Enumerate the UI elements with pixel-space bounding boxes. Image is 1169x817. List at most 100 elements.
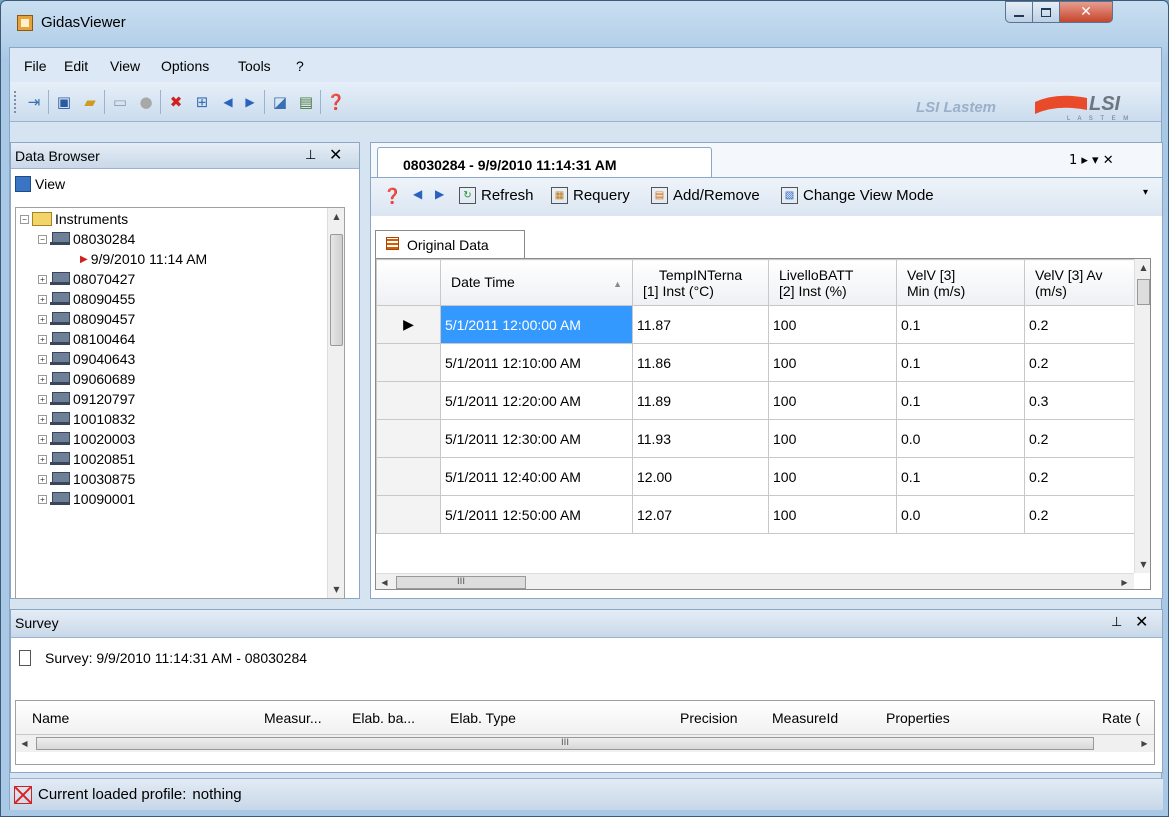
table-cell[interactable]: 0.1 <box>896 305 1025 344</box>
tree-item[interactable]: +10010832 <box>38 410 135 428</box>
overflow-icon[interactable]: ▾ <box>1143 187 1148 198</box>
column-header-rate[interactable]: Rate ( <box>1102 710 1140 726</box>
menu-file[interactable]: File <box>24 58 47 74</box>
table-cell[interactable]: 5/1/2011 12:10:00 AM <box>440 343 633 382</box>
next-icon[interactable]: ▶ <box>435 187 444 201</box>
tree-item[interactable]: +08090457 <box>38 310 135 328</box>
column-header-measure-id[interactable]: MeasureId <box>772 710 838 726</box>
exit-icon[interactable]: ⇥ <box>24 92 44 112</box>
maximize-button[interactable] <box>1032 1 1060 23</box>
change-view-mode-button[interactable]: ▧ Change View Mode <box>781 187 934 204</box>
column-header-elab-type[interactable]: Elab. Type <box>450 710 516 726</box>
table-cell[interactable]: 5/1/2011 12:40:00 AM <box>440 457 633 496</box>
table-row[interactable]: 5/1/2011 12:50:00 AM 12.07 100 0.0 0.2 <box>376 495 1135 534</box>
chart-icon[interactable]: ◪ <box>270 92 290 112</box>
tree-item[interactable]: +10090001 <box>38 490 135 508</box>
scroll-right-icon[interactable]: ▶ <box>1116 574 1133 589</box>
column-header-elab-base[interactable]: Elab. ba... <box>352 710 415 726</box>
row-header[interactable] <box>376 457 441 496</box>
table-cell[interactable]: 5/1/2011 12:00:00 AM <box>440 305 633 344</box>
pin-icon[interactable]: ⊥ <box>305 147 316 163</box>
grid-vertical-scrollbar[interactable]: ▲ ▼ <box>1134 259 1150 573</box>
help-icon[interactable]: ❓ <box>383 187 402 205</box>
expand-icon[interactable]: + <box>38 374 47 384</box>
scroll-up-icon[interactable]: ▲ <box>1135 259 1150 276</box>
table-cell[interactable]: 100 <box>768 419 897 458</box>
table-cell[interactable]: 5/1/2011 12:20:00 AM <box>440 381 633 420</box>
document-tab[interactable]: 08030284 - 9/9/2010 11:14:31 AM <box>377 147 712 177</box>
menu-view[interactable]: View <box>110 58 140 74</box>
expand-icon[interactable]: + <box>38 494 47 504</box>
column-header-name[interactable]: Name <box>32 710 69 726</box>
report-icon[interactable]: ▤ <box>296 92 316 112</box>
connect-icon[interactable]: ▭ <box>110 92 130 112</box>
scroll-down-icon[interactable]: ▼ <box>328 581 344 598</box>
open-folder-icon[interactable]: ▰ <box>80 92 100 112</box>
close-button[interactable]: ✕ <box>1059 1 1113 23</box>
tab-original-data[interactable]: Original Data <box>375 230 525 258</box>
tree-scrollbar[interactable]: ▲ ▼ <box>327 208 344 598</box>
refresh-button[interactable]: ↻ Refresh <box>459 187 534 204</box>
scroll-thumb[interactable]: III <box>36 737 1094 750</box>
disconnect-icon[interactable]: ● <box>136 92 156 112</box>
table-row[interactable]: ▶ 5/1/2011 12:00:00 AM 11.87 100 0.1 0.2 <box>376 305 1135 344</box>
collapse-icon[interactable]: − <box>20 214 29 224</box>
next-icon[interactable]: ▶ <box>240 92 260 112</box>
table-cell[interactable]: 100 <box>768 305 897 344</box>
table-cell[interactable]: 0.0 <box>896 495 1025 534</box>
scroll-right-icon[interactable]: ▶ <box>1136 735 1153 752</box>
column-header-temp[interactable]: TempINTerna [1] Inst (°C) <box>632 259 769 306</box>
table-cell[interactable]: 11.89 <box>632 381 769 420</box>
scroll-up-icon[interactable]: ▲ <box>328 208 344 225</box>
title-bar[interactable]: GidasViewer ✕ <box>1 1 1168 47</box>
column-header-datetime[interactable]: Date Time ▲ <box>440 259 633 306</box>
tree-item[interactable]: +09060689 <box>38 370 135 388</box>
table-cell[interactable]: 0.2 <box>1024 305 1135 344</box>
expand-icon[interactable]: + <box>38 354 47 364</box>
table-row[interactable]: 5/1/2011 12:30:00 AM 11.93 100 0.0 0.2 <box>376 419 1135 458</box>
table-cell[interactable]: 11.87 <box>632 305 769 344</box>
scroll-thumb[interactable] <box>1137 279 1150 305</box>
column-header-measure[interactable]: Measur... <box>264 710 322 726</box>
table-cell[interactable]: 12.07 <box>632 495 769 534</box>
menu-help[interactable]: ? <box>296 58 304 74</box>
expand-icon[interactable]: + <box>38 294 47 304</box>
column-header-precision[interactable]: Precision <box>680 710 738 726</box>
tree-item[interactable]: +10030875 <box>38 470 135 488</box>
tree-item[interactable]: +09120797 <box>38 390 135 408</box>
menu-options[interactable]: Options <box>161 58 209 74</box>
help-icon[interactable]: ❓ <box>326 92 346 112</box>
scroll-thumb[interactable]: III <box>396 576 526 589</box>
tree-item[interactable]: +08100464 <box>38 330 135 348</box>
requery-button[interactable]: ▦ Requery <box>551 187 630 204</box>
table-cell[interactable]: 12.00 <box>632 457 769 496</box>
table-cell[interactable]: 100 <box>768 457 897 496</box>
table-cell[interactable]: 11.93 <box>632 419 769 458</box>
scroll-thumb[interactable] <box>330 234 343 346</box>
survey-horizontal-scrollbar[interactable]: ◀ III ▶ <box>16 735 1154 752</box>
table-cell[interactable]: 0.1 <box>896 381 1025 420</box>
scroll-left-icon[interactable]: ◀ <box>376 574 393 589</box>
table-cell[interactable]: 0.1 <box>896 457 1025 496</box>
table-cell[interactable]: 0.2 <box>1024 343 1135 382</box>
table-cell[interactable]: 100 <box>768 343 897 382</box>
expand-icon[interactable]: + <box>38 334 47 344</box>
menu-edit[interactable]: Edit <box>64 58 88 74</box>
scroll-down-icon[interactable]: ▼ <box>1135 556 1150 573</box>
data-grid[interactable]: Date Time ▲ TempINTerna [1] Inst (°C) Live… <box>375 258 1151 590</box>
save-icon[interactable]: ▣ <box>54 92 74 112</box>
column-header-battery[interactable]: LivelloBATT [2] Inst (%) <box>768 259 897 306</box>
expand-icon[interactable]: + <box>38 314 47 324</box>
tree-item-survey[interactable]: ▶ 9/9/2010 11:14 AM <box>80 250 207 268</box>
tree-item[interactable]: +09040643 <box>38 350 135 368</box>
collapse-icon[interactable]: − <box>38 234 47 244</box>
tree-item-expanded[interactable]: − 08030284 <box>38 230 135 248</box>
tree-item[interactable]: +08090455 <box>38 290 135 308</box>
table-cell[interactable]: 0.2 <box>1024 495 1135 534</box>
row-header[interactable] <box>376 495 441 534</box>
menu-tools[interactable]: Tools <box>238 58 271 74</box>
grid-icon[interactable]: ⊞ <box>192 92 212 112</box>
column-header-velv-min[interactable]: VelV [3] Min (m/s) <box>896 259 1025 306</box>
scroll-left-icon[interactable]: ◀ <box>16 735 33 752</box>
table-cell[interactable]: 0.3 <box>1024 381 1135 420</box>
